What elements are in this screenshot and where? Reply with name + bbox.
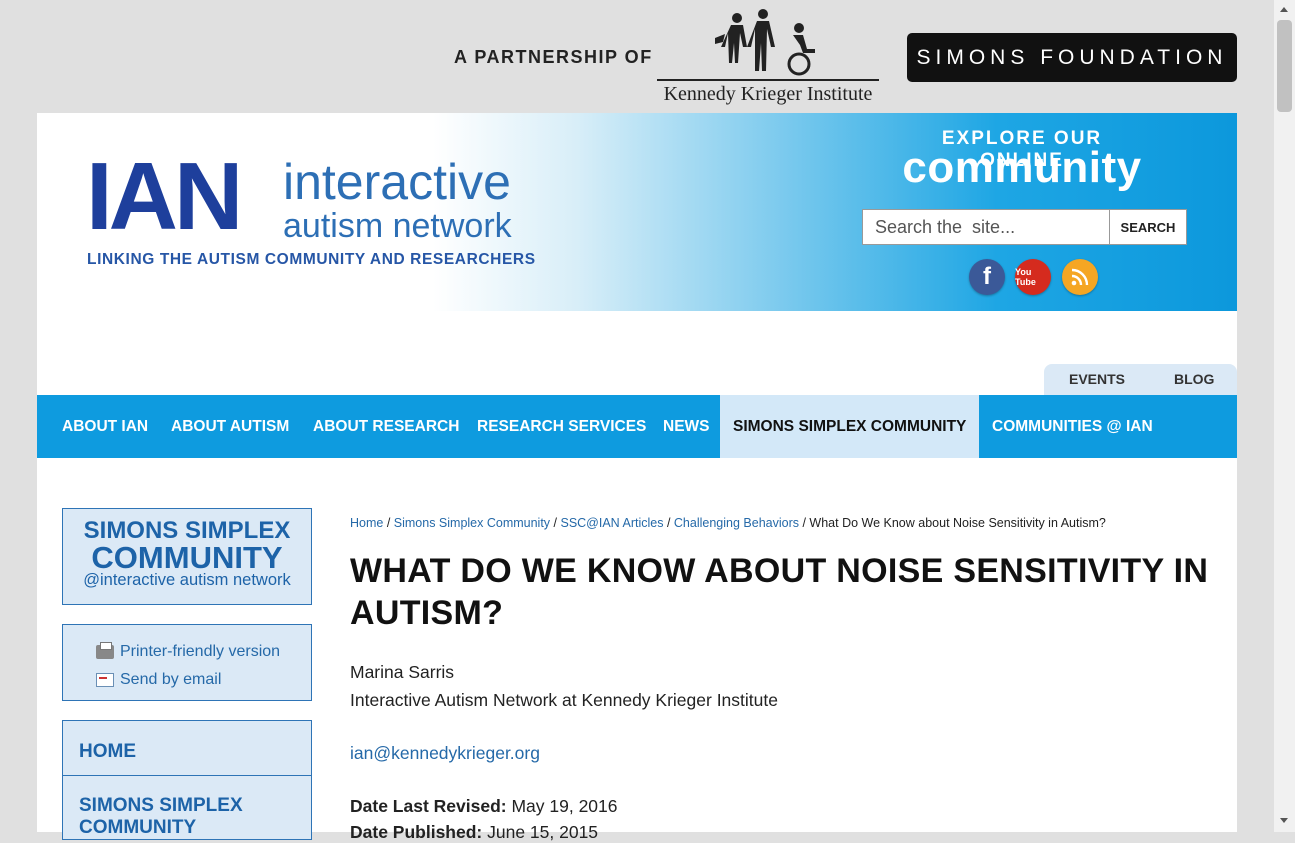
breadcrumb: Home / Simons Simplex Community / SSC@IA… (350, 516, 1106, 530)
nav-news[interactable]: NEWS (663, 395, 710, 458)
article-author: Marina Sarris (350, 662, 455, 682)
site-banner: IAN interactive autism network LINKING T… (37, 113, 1237, 311)
nav-about-autism[interactable]: ABOUT AUTISM (171, 395, 289, 458)
sidebar-item-home[interactable]: HOME (79, 741, 136, 763)
ian-logo-autism-network[interactable]: autism network (283, 209, 512, 243)
breadcrumb-separator: / (550, 516, 561, 530)
date-published-value: June 15, 2015 (482, 822, 599, 842)
youtube-icon[interactable]: You Tube (1015, 259, 1051, 295)
breadcrumb-ssc[interactable]: Simons Simplex Community (394, 516, 550, 530)
kki-name: Kennedy Krieger Institute (657, 79, 879, 106)
ssc-logo-line2: COMMUNITY (91, 540, 283, 575)
sidebar-divider (63, 775, 311, 776)
send-email-label: Send by email (120, 671, 222, 688)
breadcrumb-current: What Do We Know about Noise Sensitivity … (809, 516, 1106, 530)
date-revised-label: Date Last Revised: (350, 796, 507, 816)
ssc-logo-line3: @interactive autism network (83, 571, 291, 589)
date-published: Date Published: June 15, 2015 (350, 822, 598, 843)
main-navigation: ABOUT IAN ABOUT AUTISM ABOUT RESEARCH RE… (37, 395, 1237, 458)
nav-communities-at-ian[interactable]: COMMUNITIES @ IAN (992, 395, 1153, 458)
sidebar-nav: HOME SIMONS SIMPLEX COMMUNITY (62, 720, 312, 840)
partnership-bar: A PARTNERSHIP OF Kennedy Krieger Institu… (0, 0, 1274, 113)
printer-icon (96, 642, 114, 659)
ian-logo-letters[interactable]: IAN (86, 149, 243, 245)
site-search: SEARCH (862, 209, 1187, 245)
printer-friendly-link[interactable]: Printer-friendly version (96, 642, 281, 661)
date-revised: Date Last Revised: May 19, 2016 (350, 796, 618, 817)
ssc-logo[interactable]: SIMONS SIMPLEX COMMUNITY @interactive au… (62, 508, 312, 605)
ian-logo-interactive[interactable]: interactive (283, 157, 511, 207)
scroll-down-icon[interactable] (1280, 818, 1288, 823)
vertical-scrollbar[interactable] (1274, 0, 1295, 832)
breadcrumb-separator: / (383, 516, 394, 530)
nav-research-services[interactable]: RESEARCH SERVICES (477, 395, 646, 458)
email-icon (96, 673, 114, 687)
search-button[interactable]: SEARCH (1110, 209, 1187, 245)
community-link[interactable]: community (897, 143, 1147, 193)
send-email-link[interactable]: Send by email (96, 671, 221, 689)
breadcrumb-home[interactable]: Home (350, 516, 383, 530)
breadcrumb-separator: / (799, 516, 810, 530)
page-title: WHAT DO WE KNOW ABOUT NOISE SENSITIVITY … (350, 552, 1209, 632)
rss-icon[interactable] (1062, 259, 1098, 295)
date-published-label: Date Published: (350, 822, 483, 842)
printer-friendly-label: Printer-friendly version (120, 643, 281, 660)
breadcrumb-separator: / (663, 516, 674, 530)
tab-events[interactable]: EVENTS (1069, 371, 1125, 387)
kennedy-krieger-logo[interactable]: Kennedy Krieger Institute (657, 8, 879, 106)
facebook-icon[interactable]: f (969, 259, 1005, 295)
rss-glyph (1071, 268, 1089, 286)
article-email-link[interactable]: ian@kennedykrieger.org (350, 743, 540, 764)
ian-tagline: LINKING THE AUTISM COMMUNITY AND RESEARC… (87, 251, 536, 268)
simons-foundation-logo[interactable]: SIMONS FOUNDATION (907, 33, 1237, 82)
date-revised-value: May 19, 2016 (506, 796, 618, 816)
nav-about-research[interactable]: ABOUT RESEARCH (313, 395, 459, 458)
search-input[interactable] (862, 209, 1110, 245)
breadcrumb-articles[interactable]: SSC@IAN Articles (560, 516, 663, 530)
sidebar-item-ssc[interactable]: SIMONS SIMPLEX COMMUNITY (79, 795, 289, 839)
utility-tabs: EVENTS BLOG (1044, 364, 1237, 395)
tab-blog[interactable]: BLOG (1174, 371, 1214, 387)
article-affiliation: Interactive Autism Network at Kennedy Kr… (350, 690, 778, 710)
nav-simons-simplex-community[interactable]: SIMONS SIMPLEX COMMUNITY (720, 395, 980, 458)
scroll-thumb[interactable] (1277, 20, 1292, 112)
nav-about-ian[interactable]: ABOUT IAN (62, 395, 148, 458)
scroll-up-icon[interactable] (1280, 7, 1288, 12)
kki-figures-icon (715, 9, 815, 76)
partnership-text: A PARTNERSHIP OF (454, 47, 653, 67)
print-share-box: Printer-friendly version Send by email (62, 624, 312, 701)
breadcrumb-category[interactable]: Challenging Behaviors (674, 516, 799, 530)
